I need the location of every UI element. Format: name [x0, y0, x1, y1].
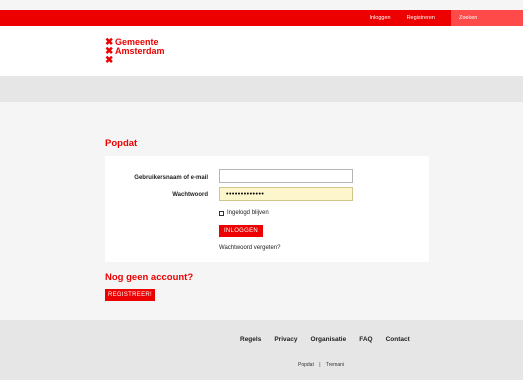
password-field[interactable]	[219, 187, 353, 201]
footer-link-organisatie[interactable]: Organisatie	[310, 336, 346, 343]
gray-banner	[0, 76, 523, 102]
footer-link-contact[interactable]: Contact	[386, 336, 410, 343]
register-button[interactable]: REGISTREER!	[105, 289, 155, 301]
remember-me[interactable]: Ingelogd blijven	[219, 210, 269, 216]
footer-link-regels[interactable]: Regels	[240, 336, 261, 343]
gemeente-amsterdam-logo[interactable]: ✖ Gemeente ✖ Amsterdam ✖	[105, 38, 165, 66]
footer-links: Regels Privacy Organisatie FAQ Contact	[240, 336, 423, 343]
footer-credits: Popdat | Tremani	[298, 362, 344, 368]
no-account-heading: Nog geen account?	[105, 272, 194, 283]
logo-line2: Amsterdam	[115, 46, 165, 56]
registreren-link[interactable]: Registreren	[407, 15, 435, 21]
username-label: Gebruikersnaam of e-mail	[134, 175, 208, 181]
footer-link-privacy[interactable]: Privacy	[274, 336, 297, 343]
credit-tremani[interactable]: Tremani	[326, 362, 344, 368]
password-label: Wachtwoord	[172, 192, 208, 198]
credit-popdat[interactable]: Popdat	[298, 362, 314, 368]
search-field[interactable]: Zoeken	[451, 10, 523, 26]
footer: Regels Privacy Organisatie FAQ Contact P…	[0, 320, 523, 380]
top-links: Inloggen Registreren Zoeken	[369, 10, 523, 26]
credit-separator: |	[319, 362, 321, 368]
inloggen-link[interactable]: Inloggen	[369, 15, 390, 21]
header: ✖ Gemeente ✖ Amsterdam ✖	[0, 26, 523, 76]
login-button[interactable]: INLOGGEN	[219, 225, 263, 237]
username-field[interactable]	[219, 169, 353, 183]
remember-checkbox[interactable]	[219, 210, 224, 216]
footer-link-faq[interactable]: FAQ	[359, 336, 372, 343]
forgot-password-link[interactable]: Wachtwoord vergeten?	[219, 245, 280, 251]
top-bar: Inloggen Registreren Zoeken	[0, 10, 523, 26]
login-form: Gebruikersnaam of e-mail Wachtwoord Inge…	[105, 156, 429, 262]
page-title: Popdat	[105, 138, 138, 149]
cross-icon: ✖	[105, 55, 114, 66]
remember-label: Ingelogd blijven	[227, 210, 269, 216]
